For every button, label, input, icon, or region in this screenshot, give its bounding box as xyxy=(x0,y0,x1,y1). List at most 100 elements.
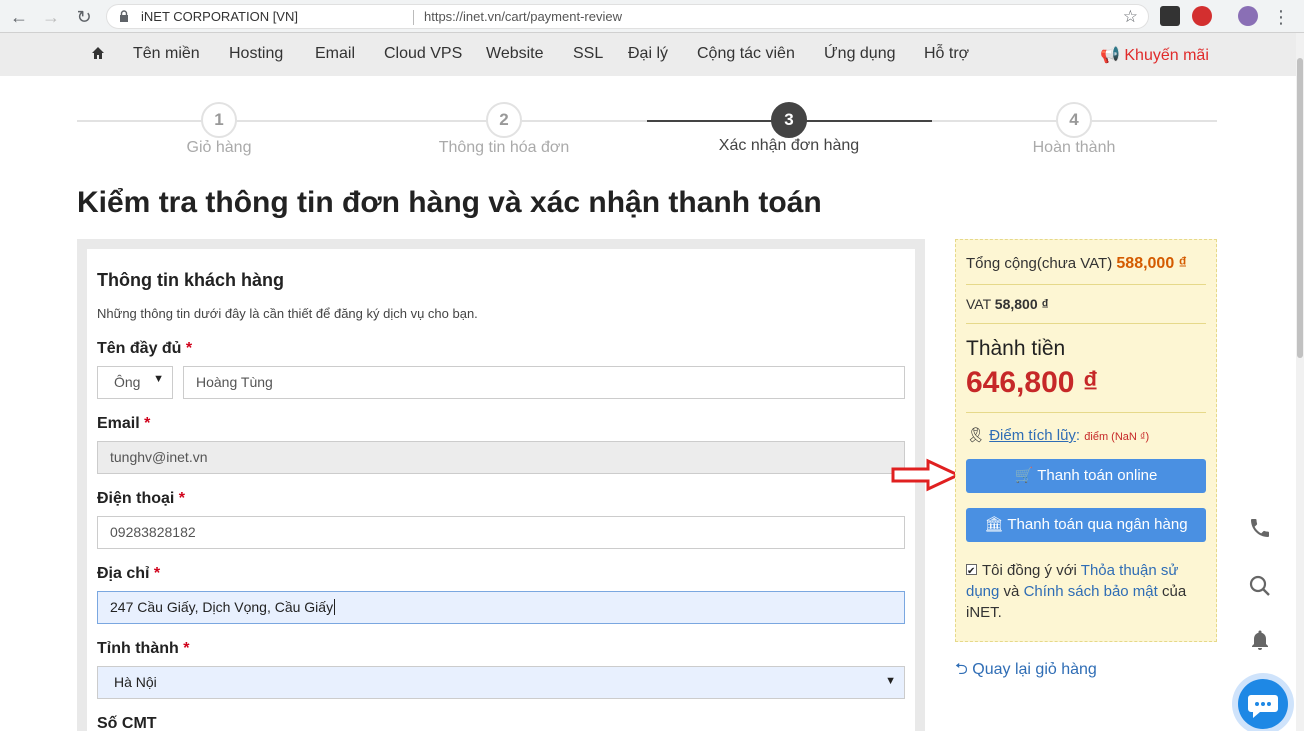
salutation-value: Ông xyxy=(114,374,141,390)
bookmark-star-icon[interactable]: ☆ xyxy=(1123,7,1138,27)
address-bar[interactable]: iNET CORPORATION [VN] https://inet.vn/ca… xyxy=(106,4,1149,29)
pay-online-button[interactable]: 🛒 Thanh toán online xyxy=(966,459,1206,493)
total-label: Thành tiền xyxy=(966,337,1066,360)
lock-icon xyxy=(120,10,128,22)
privacy-link[interactable]: Chính sách bảo mật xyxy=(1024,583,1158,600)
loyalty-points[interactable]: 🎗 Điểm tích lũy: điểm (NaN ₫) xyxy=(966,426,1149,444)
customer-info-card: Thông tin khách hàng Những thông tin dướ… xyxy=(87,249,915,731)
email-field[interactable]: tunghv@inet.vn xyxy=(97,441,905,474)
step-1-label: Giỏ hàng xyxy=(186,139,252,156)
nav-item-hosting[interactable]: Hosting xyxy=(229,45,283,63)
url-text[interactable]: https://inet.vn/cart/payment-review xyxy=(424,9,622,24)
phone-label: Điện thoại * xyxy=(97,490,185,508)
nav-item-ssl[interactable]: SSL xyxy=(573,45,603,63)
agree-prefix: Tôi đồng ý với xyxy=(982,562,1077,579)
annotation-arrow-icon xyxy=(891,458,962,492)
pay-bank-label: Thanh toán qua ngân hàng xyxy=(1007,516,1188,533)
order-summary: Tổng cộng(chưa VAT) 588,000 ₫ VAT 58,800… xyxy=(955,239,1217,642)
agree-checkbox[interactable] xyxy=(966,561,977,582)
caret-down-icon: ▼ xyxy=(153,373,164,385)
nav-item-apps[interactable]: Ứng dụng xyxy=(824,45,896,63)
card-title: Thông tin khách hàng xyxy=(97,270,284,290)
nav-item-cloud-vps[interactable]: Cloud VPS xyxy=(384,45,462,63)
home-icon[interactable] xyxy=(91,46,105,60)
nav-item-support[interactable]: Hỗ trợ xyxy=(924,45,969,63)
phone-label-text: Điện thoại xyxy=(97,490,175,507)
page-scrollbar[interactable] xyxy=(1296,33,1304,731)
step-3-label: Xác nhận đơn hàng xyxy=(718,137,860,154)
required-mark: * xyxy=(144,415,151,432)
nav-item-promotion[interactable]: 📢 Khuyến mãi xyxy=(1100,45,1209,65)
page-title: Kiểm tra thông tin đơn hàng và xác nhận … xyxy=(77,186,822,219)
pay-online-label: Thanh toán online xyxy=(1037,467,1158,484)
profile-avatar[interactable] xyxy=(1238,6,1258,26)
step-connector xyxy=(77,120,647,122)
scrollbar-thumb[interactable] xyxy=(1297,58,1303,358)
email-label-text: Email xyxy=(97,415,140,432)
phone-icon[interactable] xyxy=(1248,516,1272,540)
nav-item-website[interactable]: Website xyxy=(486,45,544,63)
address-label-text: Địa chỉ xyxy=(97,565,150,582)
fullname-label: Tên đầy đủ * xyxy=(97,340,192,358)
phone-input[interactable]: 09283828182 xyxy=(97,516,905,549)
vat-value: 58,800 ₫ xyxy=(994,296,1049,312)
required-mark: * xyxy=(183,640,190,657)
nav-item-domains[interactable]: Tên miền xyxy=(133,45,200,63)
search-icon[interactable] xyxy=(1248,574,1272,598)
divider xyxy=(966,412,1206,413)
province-select[interactable]: Hà Nội ▼ xyxy=(97,666,905,699)
adblock-extension-icon[interactable] xyxy=(1192,6,1212,26)
fullname-input[interactable]: Hoàng Tùng xyxy=(183,366,905,399)
text-cursor: ​ xyxy=(334,599,336,615)
salutation-select[interactable]: Ông ▼ xyxy=(97,366,173,399)
agree-and: và xyxy=(1003,583,1020,600)
step-4-circle: 4 xyxy=(1056,102,1092,138)
nav-item-reseller[interactable]: Đại lý xyxy=(628,45,668,63)
back-link-label: Quay lại giỏ hàng xyxy=(972,661,1097,678)
vat-row: VAT 58,800 ₫ xyxy=(966,296,1049,312)
back-arrow-icon[interactable]: ← xyxy=(8,6,30,28)
step-2-circle: 2 xyxy=(486,102,522,138)
chat-widget-icon[interactable] xyxy=(1227,668,1297,731)
megaphone-icon: 📢 xyxy=(1100,47,1120,64)
back-to-cart-link[interactable]: ⮌ Quay lại giỏ hàng xyxy=(955,658,1097,685)
vat-label: VAT xyxy=(966,296,991,312)
points-label: Điểm tích lũy xyxy=(989,427,1076,444)
extension-icon[interactable] xyxy=(1160,6,1180,26)
idcard-label: Số CMT xyxy=(97,715,157,731)
total-value: 646,800 ₫ xyxy=(966,366,1099,399)
required-mark: * xyxy=(153,565,161,582)
fullname-label-text: Tên đầy đủ xyxy=(97,340,182,357)
card-subtitle: Những thông tin dưới đây là cần thiết để… xyxy=(97,306,478,321)
checkout-steps: 1 Giỏ hàng 2 Thông tin hóa đơn 3 Xác nhậ… xyxy=(77,100,1217,160)
points-value: điểm (NaN ₫) xyxy=(1084,431,1150,443)
nav-item-email[interactable]: Email xyxy=(315,45,355,63)
site-identity: iNET CORPORATION [VN] xyxy=(141,9,298,24)
step-3-circle: 3 xyxy=(771,102,807,138)
subtotal-row: Tổng cộng(chưa VAT) 588,000 ₫ xyxy=(966,255,1187,273)
address-value: 247 Cầu Giấy, Dịch Vọng, Cầu Giấy xyxy=(110,599,334,615)
bell-icon[interactable] xyxy=(1248,628,1272,652)
cart-icon: 🛒 xyxy=(1014,467,1034,484)
step-4-label: Hoàn thành xyxy=(1032,139,1116,156)
required-mark: * xyxy=(185,340,193,357)
caret-down-icon: ▼ xyxy=(885,675,896,687)
province-value: Hà Nội xyxy=(114,674,157,690)
forward-arrow-icon[interactable]: → xyxy=(40,6,62,28)
browser-toolbar: ← → ↻ iNET CORPORATION [VN] https://inet… xyxy=(0,0,1304,33)
divider xyxy=(413,10,414,25)
required-mark: * xyxy=(178,490,186,507)
promo-label: Khuyến mãi xyxy=(1124,47,1209,64)
site-navigation: Tên miền Hosting Email Cloud VPS Website… xyxy=(0,33,1296,76)
reload-icon[interactable]: ↻ xyxy=(73,6,95,28)
pay-bank-button[interactable]: 🏛 Thanh toán qua ngân hàng xyxy=(966,508,1206,542)
subtotal-label: Tổng cộng(chưa VAT) xyxy=(966,255,1113,272)
subtotal-value: 588,000 ₫ xyxy=(1116,255,1187,272)
bank-icon: 🏛 xyxy=(984,516,1004,533)
province-label-text: Tỉnh thành xyxy=(97,640,179,657)
menu-kebab-icon[interactable]: ⋮ xyxy=(1270,6,1292,28)
address-input[interactable]: 247 Cầu Giấy, Dịch Vọng, Cầu Giấy​ xyxy=(97,591,905,624)
nav-item-affiliate[interactable]: Cộng tác viên xyxy=(697,45,795,63)
divider xyxy=(966,284,1206,285)
province-label: Tỉnh thành * xyxy=(97,640,189,658)
